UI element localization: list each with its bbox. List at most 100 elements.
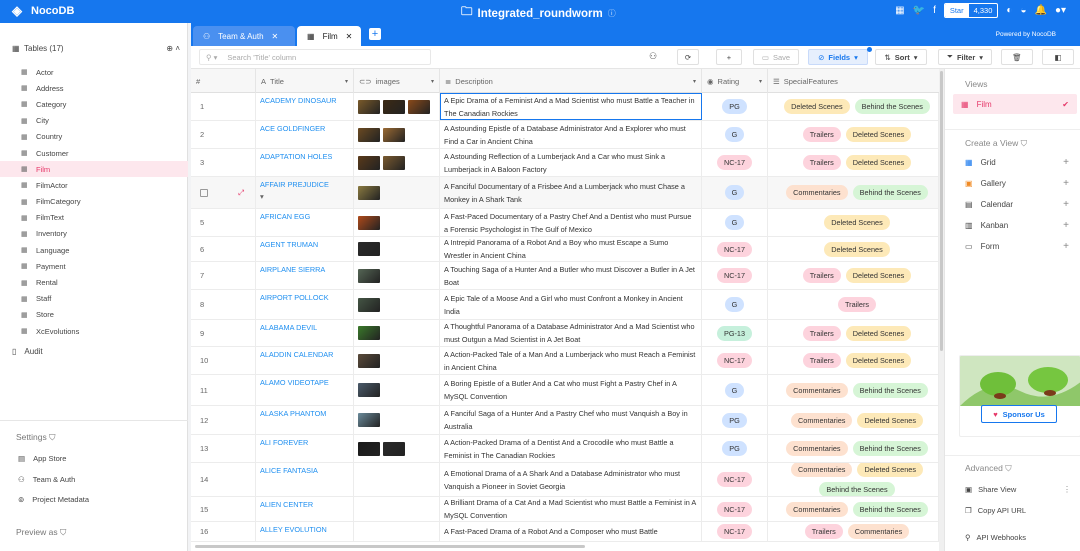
image-thumbnail[interactable]: [383, 155, 405, 170]
title-cell[interactable]: ADAPTATION HOLES: [256, 149, 354, 176]
images-cell[interactable]: [354, 497, 440, 521]
chevron-down-icon[interactable]: ▾: [759, 78, 762, 85]
images-cell[interactable]: [354, 149, 440, 176]
title-cell[interactable]: ALABAMA DEVIL: [256, 320, 354, 346]
add-tab-button[interactable]: +: [369, 28, 381, 40]
twitter-icon[interactable]: 🐦: [913, 5, 925, 16]
theme-icon[interactable]: ◐: [1006, 5, 1012, 16]
title-cell[interactable]: ALAMO VIDEOTAPE: [256, 375, 354, 405]
account-icon[interactable]: ●▾: [1055, 5, 1066, 16]
table-row[interactable]: 16 ALLEY EVOLUTION A Fast-Paced Drama of a…: [191, 522, 939, 542]
table-row[interactable]: 3 ADAPTATION HOLES A Astounding Reflection…: [191, 149, 939, 177]
audit-item[interactable]: ▯ Audit: [12, 347, 43, 356]
rating-cell[interactable]: G: [702, 290, 768, 319]
images-cell[interactable]: [354, 375, 440, 405]
copy-api-url-item[interactable]: ❐ Copy API URL: [965, 506, 1026, 515]
horizontal-scroll-thumb[interactable]: [195, 545, 585, 548]
view-film[interactable]: ▦ Film ✔: [953, 94, 1077, 114]
title-cell[interactable]: AGENT TRUMAN: [256, 237, 354, 261]
tab-film[interactable]: ▦ Film ✕: [297, 26, 361, 46]
description-cell[interactable]: A Boring Epistle of a Butler And a Cat w…: [440, 375, 702, 405]
close-icon[interactable]: ✕: [272, 32, 279, 41]
special-features-cell[interactable]: Deleted Scenes: [768, 237, 939, 261]
collaborators-icon[interactable]: ⚇: [649, 51, 657, 62]
horizontal-scrollbar[interactable]: [191, 545, 939, 549]
create-form-view[interactable]: ▭ Form +: [965, 241, 1069, 252]
toggle-panel-button[interactable]: ◧: [1042, 49, 1074, 65]
description-cell[interactable]: A Epic Drama of a Feminist And a Mad Sci…: [440, 93, 702, 120]
create-kanban-view[interactable]: ▥ Kanban +: [965, 220, 1069, 231]
share-view-item[interactable]: ▣ Share View: [965, 485, 1016, 494]
rating-cell[interactable]: PG: [702, 406, 768, 434]
description-cell[interactable]: A Action-Packed Tale of a Man And a Lumb…: [440, 347, 702, 374]
filter-button[interactable]: ⏷ Filter ▾: [938, 49, 992, 65]
expand-row-icon[interactable]: ⤢: [238, 188, 244, 198]
chevron-down-icon[interactable]: ▾: [260, 192, 329, 201]
chevron-down-icon[interactable]: ▾: [693, 78, 696, 85]
table-row[interactable]: 7 AIRPLANE SIERRA A Touching Saga of a Hun…: [191, 262, 939, 290]
title-cell[interactable]: ALIEN CENTER: [256, 497, 354, 521]
api-webhooks-item[interactable]: ⚲ API Webhooks: [965, 533, 1026, 542]
description-cell[interactable]: A Intrepid Panorama of a Robot And a Boy…: [440, 237, 702, 261]
description-cell[interactable]: A Astounding Epistle of a Database Admin…: [440, 121, 702, 148]
title-cell[interactable]: ALASKA PHANTOM: [256, 406, 354, 434]
title-cell[interactable]: AFRICAN EGG: [256, 209, 354, 236]
rating-cell[interactable]: NC-17: [702, 237, 768, 261]
project-metadata-item[interactable]: ⊚ Project Metadata: [18, 495, 89, 504]
image-thumbnail[interactable]: [383, 127, 405, 142]
vertical-scroll-thumb[interactable]: [940, 71, 943, 351]
team-auth-item[interactable]: ⚇ Team & Auth: [18, 475, 75, 484]
table-row[interactable]: ⤢ AFFAIR PREJUDICE ▾ A Fanciful Documentary…: [191, 177, 939, 209]
title-cell[interactable]: ACE GOLDFINGER: [256, 121, 354, 148]
description-cell[interactable]: A Fanciful Saga of a Hunter And a Pastry…: [440, 406, 702, 434]
sidebar-item-store[interactable]: ▦ Store: [0, 307, 188, 323]
special-features-cell[interactable]: Commentaries Behind the Scenes: [768, 497, 939, 521]
sidebar-item-film[interactable]: ▦ Film: [0, 161, 188, 178]
title-cell[interactable]: AIRPLANE SIERRA: [256, 262, 354, 289]
special-features-cell[interactable]: Trailers: [768, 290, 939, 319]
github-star-button[interactable]: Star 4,330: [943, 3, 999, 18]
image-thumbnail[interactable]: [358, 155, 380, 170]
images-cell[interactable]: [354, 177, 440, 208]
preview-as[interactable]: Preview as ⛉: [16, 527, 66, 538]
facebook-icon[interactable]: f: [933, 5, 936, 16]
sidebar-item-city[interactable]: ▦ City: [0, 113, 188, 129]
col-header-title[interactable]: A Title ▾: [256, 69, 354, 93]
chevron-down-icon[interactable]: ▾: [345, 78, 348, 85]
description-cell[interactable]: A Astounding Reflection of a Lumberjack …: [440, 149, 702, 176]
table-row[interactable]: 2 ACE GOLDFINGER A Astounding Epistle of a…: [191, 121, 939, 149]
image-thumbnail[interactable]: [358, 127, 380, 142]
special-features-cell[interactable]: Commentaries Deleted Scenes Behind the Sce…: [768, 463, 939, 496]
sort-button[interactable]: ⇅ Sort ▾: [875, 49, 927, 65]
sidebar-item-staff[interactable]: ▦ Staff: [0, 291, 188, 307]
rating-cell[interactable]: PG: [702, 93, 768, 120]
rating-cell[interactable]: NC-17: [702, 463, 768, 496]
description-cell[interactable]: A Fast-Paced Documentary of a Pastry Che…: [440, 209, 702, 236]
image-thumbnail[interactable]: [358, 326, 380, 340]
chevron-down-icon[interactable]: ▾: [431, 78, 434, 85]
create-grid-view[interactable]: ▦ Grid +: [965, 157, 1069, 168]
info-icon[interactable]: ⓘ: [608, 8, 616, 19]
special-features-cell[interactable]: Trailers Deleted Scenes: [768, 149, 939, 176]
special-features-cell[interactable]: Trailers Deleted Scenes: [768, 320, 939, 346]
images-cell[interactable]: [354, 93, 440, 120]
col-header-rating[interactable]: ◉ Rating ▾: [702, 69, 768, 93]
image-thumbnail[interactable]: [383, 99, 405, 114]
rating-cell[interactable]: NC-17: [702, 347, 768, 374]
special-features-cell[interactable]: Commentaries Behind the Scenes: [768, 375, 939, 405]
col-header-description[interactable]: ≣ Description ▾: [440, 69, 702, 93]
images-cell[interactable]: [354, 320, 440, 346]
table-row[interactable]: 14 ALICE FANTASIA A Emotional Drama of a A…: [191, 463, 939, 497]
app-logo[interactable]: ◈ NocoDB: [12, 3, 74, 19]
image-thumbnail[interactable]: [358, 268, 380, 283]
image-thumbnail[interactable]: [358, 185, 380, 200]
app-store-item[interactable]: ▤ App Store: [18, 454, 66, 463]
rating-cell[interactable]: G: [702, 121, 768, 148]
description-cell[interactable]: A Fanciful Documentary of a Frisbee And …: [440, 177, 702, 208]
rating-cell[interactable]: NC-17: [702, 149, 768, 176]
sidebar-item-customer[interactable]: ▦ Customer: [0, 145, 188, 161]
table-row[interactable]: 12 ALASKA PHANTOM A Fanciful Saga of a Hun…: [191, 406, 939, 435]
special-features-cell[interactable]: Commentaries Behind the Scenes: [768, 177, 939, 208]
description-cell[interactable]: A Emotional Drama of a A Shark And a Dat…: [440, 463, 702, 496]
sidebar-item-filmactor[interactable]: ▦ FilmActor: [0, 177, 188, 193]
